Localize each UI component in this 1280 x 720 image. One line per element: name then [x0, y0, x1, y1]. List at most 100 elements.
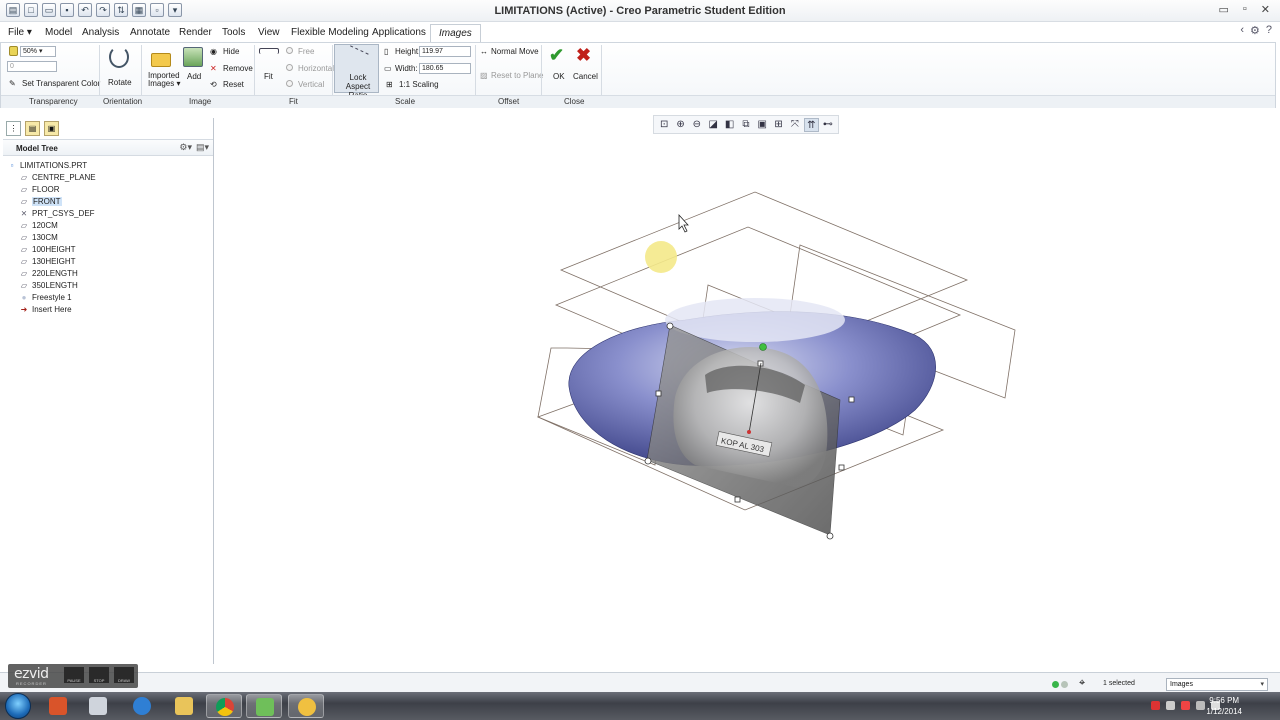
display-style-icon[interactable]: ◧	[722, 118, 736, 132]
minimize-button[interactable]: ▭	[1218, 3, 1228, 16]
taskbar-app-6[interactable]	[246, 694, 282, 718]
view-manager-icon[interactable]: ▣	[755, 118, 769, 132]
saved-orientations-icon[interactable]: ⧉	[739, 118, 753, 132]
start-button[interactable]	[5, 693, 31, 719]
recorder-pause-button[interactable]: PAUSE	[64, 667, 84, 683]
taskbar-app-4[interactable]	[166, 694, 202, 718]
origin-marker-red	[747, 430, 751, 434]
handle-corner-tl[interactable]	[666, 322, 674, 330]
remove-button[interactable]: Remove	[223, 64, 253, 73]
repaint-icon[interactable]: ◪	[706, 118, 720, 132]
favorites-tab-icon[interactable]: ▣	[44, 121, 59, 136]
taskbar-app-1[interactable]	[40, 694, 76, 718]
previous-icon[interactable]: ‹	[1240, 24, 1244, 37]
normal-move-button[interactable]: Normal Move	[491, 47, 539, 56]
tray-icon[interactable]	[1166, 701, 1175, 710]
tree-columns-icon[interactable]: ▤▾	[196, 142, 209, 153]
cancel-button[interactable]: Cancel	[573, 72, 598, 81]
handle-corner-br[interactable]	[826, 532, 834, 540]
transparency-select[interactable]: 50% ▾	[20, 46, 56, 57]
graphics-toolbar: ⊡ ⊕ ⊖ ◪ ◧ ⧉ ▣ ⊞ ⤧ ⇈ ⊷	[653, 115, 839, 134]
recorder-stop-button[interactable]: STOP	[89, 667, 109, 683]
annotation-display-icon[interactable]: ⇈	[804, 118, 819, 132]
rotate-button[interactable]: Rotate	[108, 78, 132, 87]
model-tree-item[interactable]: ▱ CENTRE_PLANE	[19, 171, 96, 183]
tab-annotate[interactable]: Annotate	[130, 27, 170, 38]
transparency-spinner[interactable]: 0	[7, 61, 57, 72]
handle-corner-br-edge[interactable]	[838, 464, 845, 471]
vertical-radio[interactable]	[286, 80, 293, 87]
model-tree-item[interactable]: ▱ 120CM	[19, 219, 58, 231]
reset-to-plane-button[interactable]: Reset to Plane	[491, 71, 543, 80]
model-tree-item[interactable]: ▱ 350LENGTH	[19, 279, 78, 291]
clock[interactable]: 9:56 PM 1/12/2014	[1206, 695, 1242, 717]
lock-aspect-ratio-toggle[interactable]: Lock Aspect Ratio	[334, 44, 379, 100]
handle-edge-bottom[interactable]	[734, 496, 741, 503]
graphics-window[interactable]: KOP AL 303	[215, 135, 1280, 670]
find-icon[interactable]: ⌖	[1079, 677, 1085, 690]
tray-icon[interactable]	[1151, 701, 1160, 710]
tab-images[interactable]: Images	[430, 24, 481, 42]
fit-button[interactable]: Fit	[264, 72, 273, 81]
tab-view[interactable]: View	[258, 27, 280, 38]
tab-analysis[interactable]: Analysis	[82, 27, 119, 38]
restore-button[interactable]: ▫	[1243, 3, 1247, 16]
close-button[interactable]: ✕	[1261, 3, 1270, 16]
spin-center-icon[interactable]: ⊷	[821, 118, 835, 132]
ok-button[interactable]: OK	[553, 72, 565, 81]
model-tree-item[interactable]: ▱ 130HEIGHT	[19, 255, 76, 267]
height-input[interactable]: 119.97	[419, 46, 471, 57]
tab-applications[interactable]: Applications	[372, 27, 426, 38]
model-tree-tab-icon[interactable]: ⋮	[6, 121, 21, 136]
imported-images-button[interactable]: Imported Images ▾	[148, 72, 184, 88]
width-input[interactable]: 180.65	[419, 63, 471, 74]
rotation-center-green[interactable]	[759, 343, 767, 351]
rotate-icon[interactable]	[109, 46, 129, 68]
perspective-icon[interactable]: ⊞	[771, 118, 785, 132]
horizontal-radio[interactable]	[286, 64, 293, 71]
model-tree-item[interactable]: ▱ FRONT	[19, 195, 62, 207]
reset-button[interactable]: Reset	[223, 80, 244, 89]
help-icon[interactable]: ?	[1266, 24, 1272, 37]
network-icon[interactable]	[1196, 701, 1205, 710]
handle-edge-left[interactable]	[655, 390, 662, 397]
taskbar-app-2[interactable]	[80, 694, 116, 718]
model-tree-item[interactable]: ▱ 220LENGTH	[19, 267, 78, 279]
tray-icon[interactable]	[1181, 701, 1190, 710]
cancel-x-icon[interactable]: ✖	[576, 45, 591, 66]
tab-flexible-modeling[interactable]: Flexible Modeling	[291, 27, 369, 38]
handle-corner-bl[interactable]	[644, 457, 652, 465]
zoom-in-icon[interactable]: ⊕	[673, 118, 687, 132]
model-tree-item[interactable]: ● Freestyle 1	[19, 291, 72, 303]
tab-model[interactable]: Model	[45, 27, 72, 38]
tab-render[interactable]: Render	[179, 27, 212, 38]
free-radio[interactable]	[286, 47, 293, 54]
zoom-out-icon[interactable]: ⊖	[690, 118, 704, 132]
datum-display-icon[interactable]: ⤧	[788, 118, 802, 132]
refit-icon[interactable]: ⊡	[657, 118, 671, 132]
taskbar-app-3[interactable]	[124, 694, 160, 718]
folder-browser-tab-icon[interactable]: ▤	[25, 121, 40, 136]
tab-tools[interactable]: Tools	[222, 27, 245, 38]
handle-edge-right[interactable]	[848, 396, 855, 403]
model-tree-item[interactable]: ▱ 100HEIGHT	[19, 243, 76, 255]
model-tree-item[interactable]: ▱ 130CM	[19, 231, 58, 243]
datum-plane-icon: ▱	[20, 172, 28, 182]
taskbar-app-7[interactable]	[288, 694, 324, 718]
model-tree-item[interactable]: ⨯ PRT_CSYS_DEF	[19, 207, 95, 219]
file-explorer-icon	[175, 697, 193, 715]
set-transparent-color-button[interactable]: Set Transparent Color	[22, 79, 100, 88]
tree-settings-icon[interactable]: ⚙▾	[179, 142, 192, 153]
model-tree-item[interactable]: ▱ FLOOR	[19, 183, 60, 195]
model-tree-item[interactable]: ➜ Insert Here	[19, 303, 72, 315]
model-tree-item[interactable]: ▫ LIMITATIONS.PRT	[7, 159, 88, 171]
add-button[interactable]: Add	[187, 72, 201, 81]
hide-button[interactable]: Hide	[223, 47, 239, 56]
settings-icon[interactable]: ⚙	[1250, 24, 1260, 37]
tab-file[interactable]: File ▾	[8, 27, 32, 38]
ok-check-icon[interactable]: ✔	[549, 45, 564, 66]
one-to-one-scaling-button[interactable]: 1:1 Scaling	[399, 80, 439, 89]
taskbar-app-5[interactable]	[206, 694, 242, 718]
recorder-draw-button[interactable]: DRAW	[114, 667, 134, 683]
selection-filter[interactable]: Images ▾	[1166, 678, 1268, 691]
